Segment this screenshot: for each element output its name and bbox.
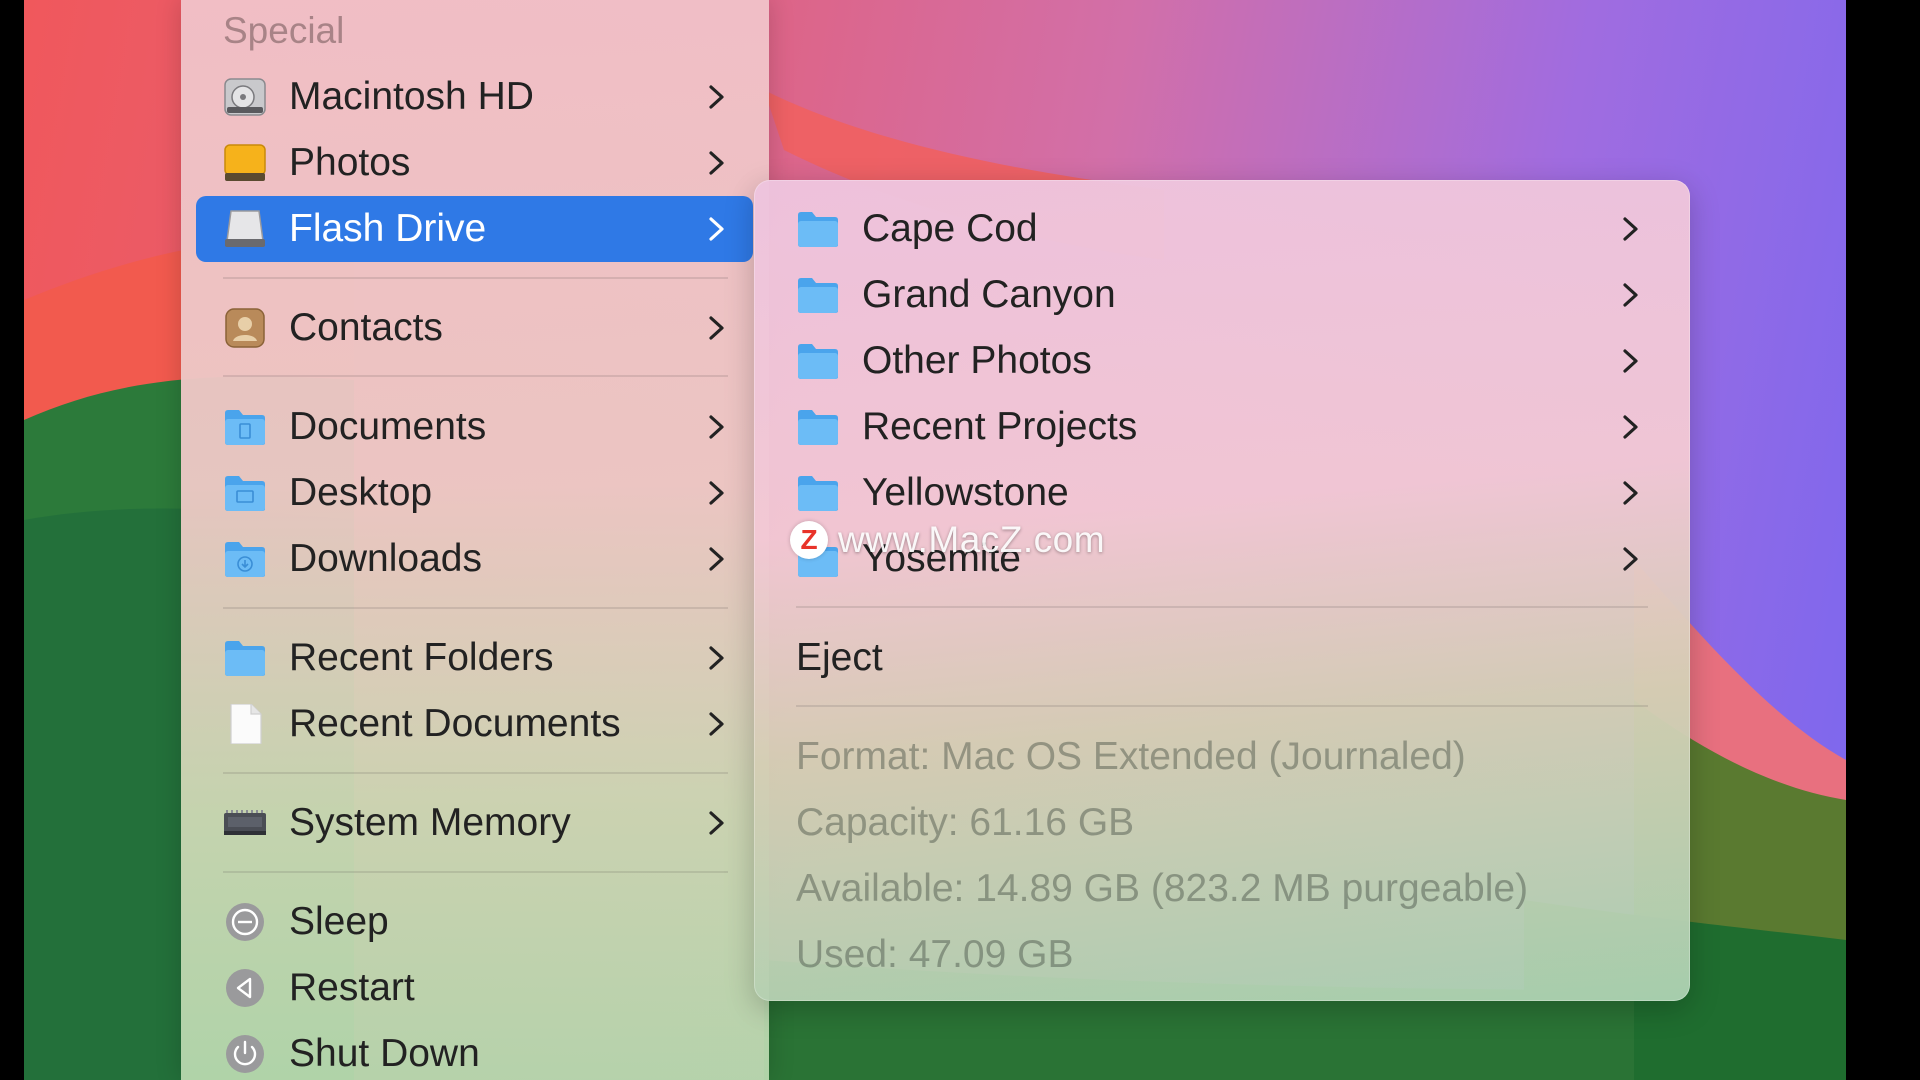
eject-menu-item[interactable]: Eject: [796, 625, 883, 691]
menu-item-label: Restart: [289, 966, 415, 1009]
menu-item-documents[interactable]: Documents: [196, 394, 753, 460]
folder-icon: [796, 341, 840, 381]
flash-drive-icon: [223, 209, 267, 249]
chevron-right-icon: [1623, 547, 1638, 571]
hard-drive-icon: [223, 77, 267, 117]
menu-separator: [223, 772, 728, 774]
menu-item-label: System Memory: [289, 801, 571, 844]
chevron-right-icon: [1623, 283, 1638, 307]
chevron-right-icon: [709, 217, 724, 241]
section-title-special: Special: [223, 10, 345, 51]
chevron-right-icon: [709, 85, 724, 109]
menu-item-shut-down[interactable]: Shut Down: [196, 1021, 753, 1080]
chevron-right-icon: [709, 316, 724, 340]
menu-item-label: Documents: [289, 405, 487, 448]
power-icon: [223, 1034, 267, 1074]
folder-icon: [796, 275, 840, 315]
submenu-item-cape-cod[interactable]: Cape Cod: [754, 196, 1690, 262]
watermark-text: www.MacZ.com: [838, 519, 1106, 560]
folder-icon: [796, 407, 840, 447]
drive-used-info: Used: 47.09 GB: [796, 933, 1074, 976]
chevron-right-icon: [709, 151, 724, 175]
chevron-right-icon: [709, 415, 724, 439]
drive-capacity-info: Capacity: 61.16 GB: [796, 801, 1135, 844]
contacts-icon: [223, 308, 267, 348]
chevron-right-icon: [709, 811, 724, 835]
documents-folder-icon: [223, 407, 267, 447]
chevron-right-icon: [1623, 481, 1638, 505]
chevron-right-icon: [1623, 217, 1638, 241]
menu-item-system-memory[interactable]: System Memory: [196, 790, 753, 856]
watermark-logo: Z: [790, 521, 828, 559]
menu-item-photos[interactable]: Photos: [196, 130, 753, 196]
submenu-separator: [796, 606, 1648, 608]
submenu-item-label: Recent Projects: [862, 405, 1138, 448]
memory-chip-icon: [223, 803, 267, 843]
folder-icon: [796, 473, 840, 513]
chevron-right-icon: [709, 481, 724, 505]
menu-item-contacts[interactable]: Contacts: [196, 295, 753, 361]
menu-item-label: Photos: [289, 141, 411, 184]
chevron-right-icon: [709, 547, 724, 571]
folder-icon: [796, 209, 840, 249]
menu-item-label: Recent Documents: [289, 702, 621, 745]
drive-format-info: Format: Mac OS Extended (Journaled): [796, 735, 1466, 778]
photos-drive-icon: [223, 143, 267, 183]
menu-item-label: Recent Folders: [289, 636, 554, 679]
menu-item-label: Flash Drive: [289, 207, 487, 250]
sleep-icon: [223, 902, 267, 942]
flash-drive-submenu: Cape Cod Grand Canyon Other Photos Recen…: [754, 180, 1690, 1001]
menu-separator: [223, 607, 728, 609]
menu-item-sleep[interactable]: Sleep: [196, 889, 753, 955]
menu-item-label: Downloads: [289, 537, 482, 580]
submenu-item-label: Other Photos: [862, 339, 1092, 382]
submenu-item-recent-projects[interactable]: Recent Projects: [754, 394, 1690, 460]
chevron-right-icon: [1623, 349, 1638, 373]
menu-item-downloads[interactable]: Downloads: [196, 526, 753, 592]
menu-item-label: Sleep: [289, 900, 389, 943]
drive-available-info: Available: 14.89 GB (823.2 MB purgeable): [796, 867, 1529, 910]
menu-separator: [223, 375, 728, 377]
menu-item-label: Shut Down: [289, 1032, 480, 1075]
submenu-item-label: Grand Canyon: [862, 273, 1116, 316]
menu-item-recent-folders[interactable]: Recent Folders: [196, 625, 753, 691]
menu-item-restart[interactable]: Restart: [196, 955, 753, 1021]
menu-item-label: Desktop: [289, 471, 433, 514]
submenu-separator: [796, 705, 1648, 707]
chevron-right-icon: [709, 712, 724, 736]
chevron-right-icon: [709, 646, 724, 670]
screen: Special Macintosh HD Photos Flash Drive …: [0, 0, 1920, 1080]
desktop-folder-icon: [223, 473, 267, 513]
downloads-folder-icon: [223, 539, 267, 579]
menu-item-label: Contacts: [289, 306, 443, 349]
menu-item-desktop[interactable]: Desktop: [196, 460, 753, 526]
chevron-right-icon: [1623, 415, 1638, 439]
watermark: Z www.MacZ.com: [790, 516, 1105, 564]
folder-icon: [223, 638, 267, 678]
submenu-item-other-photos[interactable]: Other Photos: [754, 328, 1690, 394]
submenu-item-grand-canyon[interactable]: Grand Canyon: [754, 262, 1690, 328]
menu-item-flash-drive[interactable]: Flash Drive: [196, 196, 753, 262]
menu-separator: [223, 277, 728, 279]
document-icon: [223, 704, 267, 744]
menu-item-recent-documents[interactable]: Recent Documents: [196, 691, 753, 757]
submenu-item-label: Cape Cod: [862, 207, 1038, 250]
menu-item-label: Macintosh HD: [289, 75, 534, 118]
main-menu: Special Macintosh HD Photos Flash Drive …: [181, 0, 769, 1080]
menu-item-macintosh-hd[interactable]: Macintosh HD: [196, 64, 753, 130]
restart-icon: [223, 968, 267, 1008]
menu-separator: [223, 871, 728, 873]
